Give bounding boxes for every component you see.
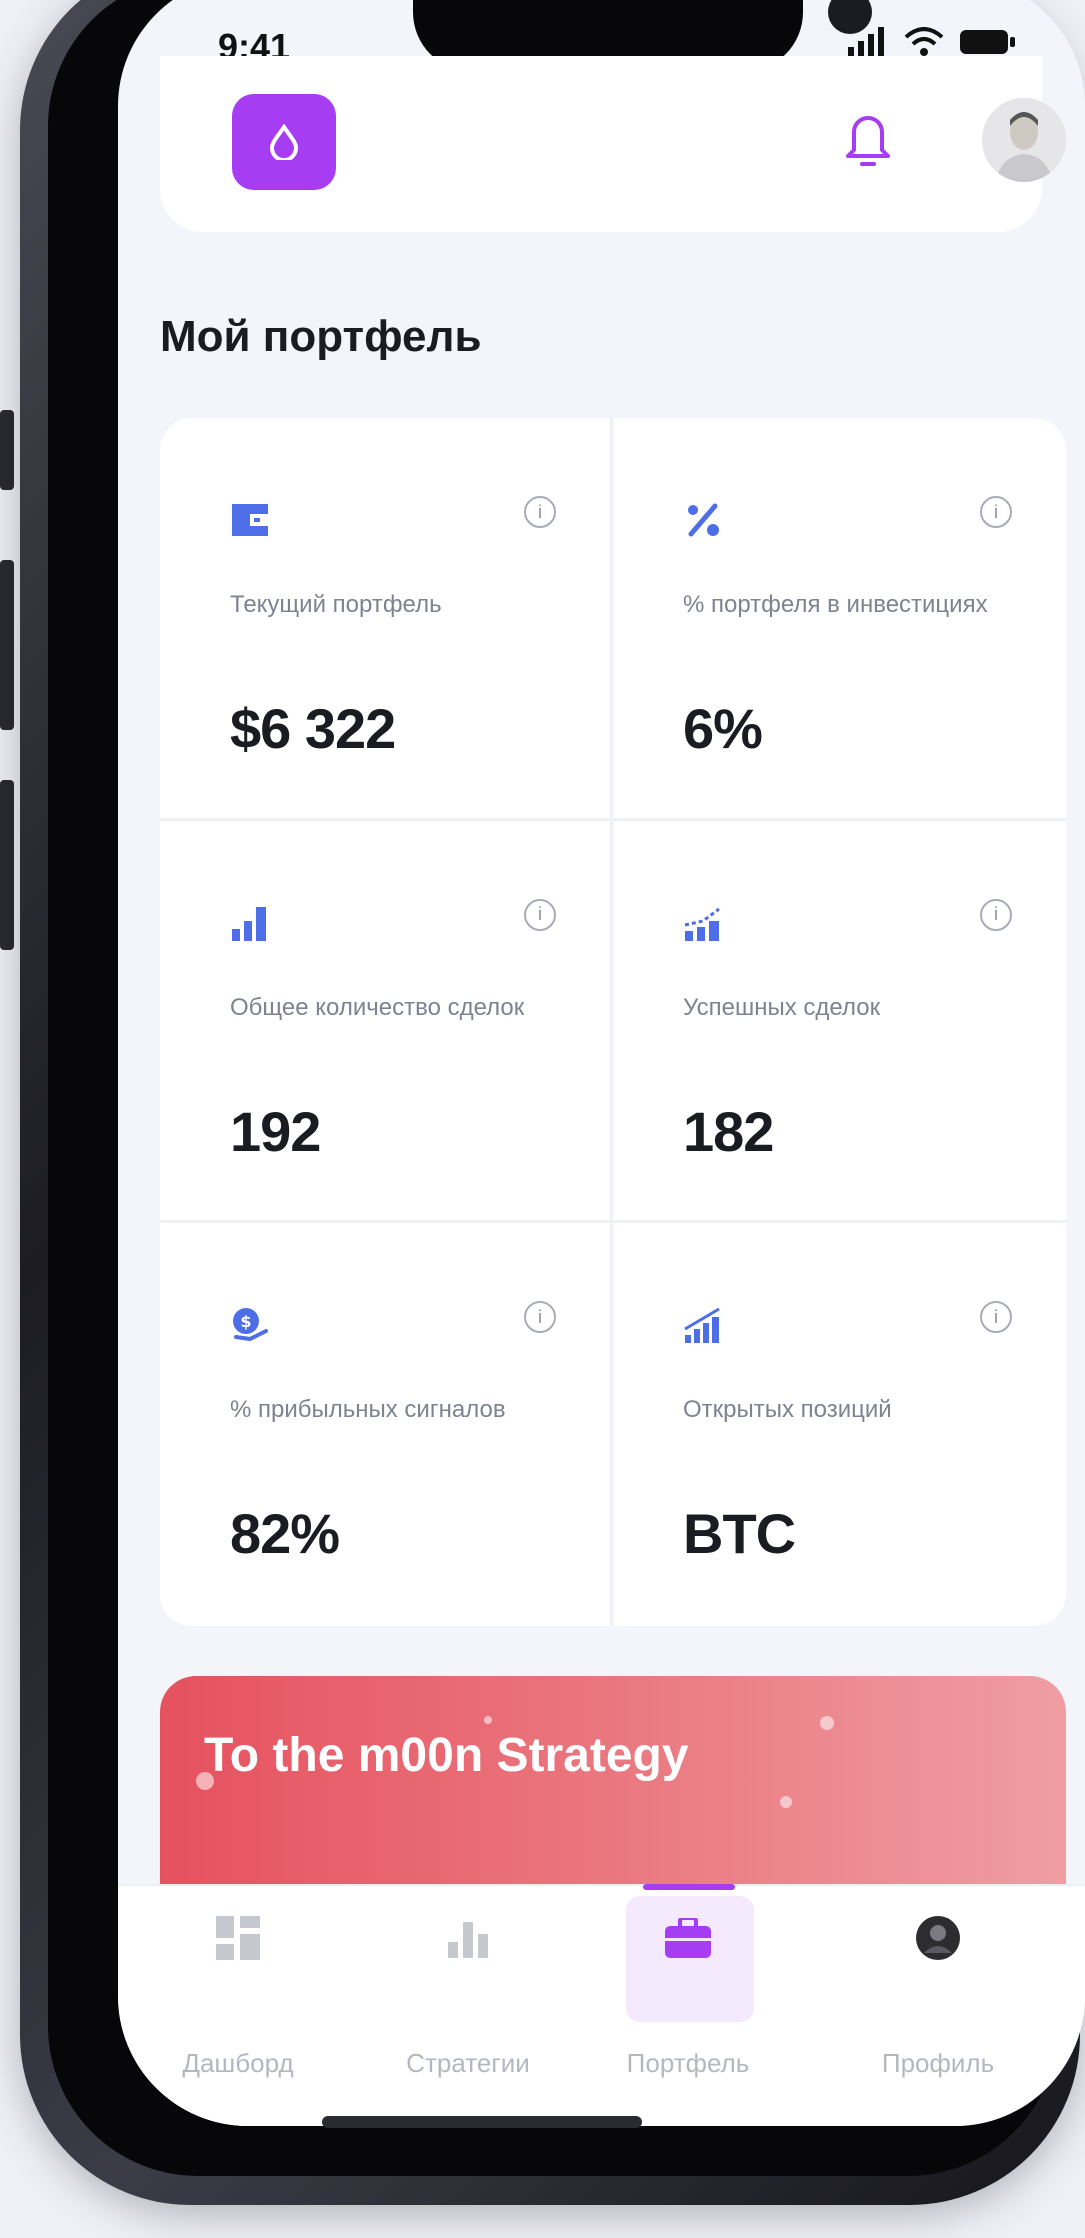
- stat-value: 6%: [683, 697, 763, 760]
- stat-label: % прибыльных сигналов: [230, 1396, 506, 1424]
- trend-bars-icon: [684, 907, 720, 941]
- stat-value: BTC: [683, 1502, 796, 1566]
- phone-bezel: 9:41 Мой портфель i Текущий портфель $6 …: [48, 0, 1085, 2176]
- sparkle-dot: [484, 1716, 492, 1724]
- stat-label: Успешных сделок: [683, 993, 881, 1021]
- app-header: [160, 56, 1066, 232]
- strategies-icon: [438, 1908, 498, 1968]
- stat-label: Открытых позиций: [683, 1396, 892, 1424]
- stat-card-successful-trades[interactable]: i Успешных сделок 182: [613, 821, 1066, 1224]
- portfolio-stats-grid: i Текущий портфель $6 322 i % портфеля в…: [160, 418, 1066, 1626]
- volume-up-button: [0, 560, 14, 730]
- volume-down-button: [0, 780, 14, 950]
- info-icon[interactable]: i: [524, 898, 556, 931]
- tab-dashboard[interactable]: Дашборд: [138, 1896, 338, 2096]
- info-icon[interactable]: i: [980, 898, 1012, 931]
- tab-portfolio[interactable]: Портфель: [588, 1884, 788, 2096]
- bar-chart-icon: [232, 906, 266, 941]
- info-icon[interactable]: i: [980, 496, 1012, 528]
- stat-card-current-portfolio[interactable]: i Текущий портфель $6 322: [160, 418, 613, 821]
- bell-icon[interactable]: [840, 106, 896, 176]
- battery-icon: [960, 30, 1015, 54]
- promo-title: To the m00n Strategy: [204, 1729, 689, 1782]
- tab-label: Профиль: [881, 2048, 995, 2078]
- stat-label: Общее количество сделок: [230, 993, 525, 1021]
- dashboard-icon: [208, 1908, 268, 1968]
- sparkle-dot: [820, 1716, 834, 1730]
- profit-signal-icon: $: [233, 1308, 268, 1342]
- svg-text:$: $: [240, 1312, 251, 1331]
- wallet-icon: [232, 504, 268, 536]
- stat-card-profitable-signals[interactable]: $ i % прибыльных сигналов 82%: [160, 1223, 613, 1626]
- profile-icon: [908, 1908, 968, 1968]
- page-title: Мой портфель: [160, 312, 482, 361]
- cellular-signal-icon: [848, 27, 884, 57]
- stat-card-total-trades[interactable]: i Общее количество сделок 192: [160, 820, 613, 1224]
- stat-label: Текущий портфель: [230, 591, 442, 618]
- home-indicator[interactable]: [322, 2116, 642, 2128]
- stat-card-open-positions[interactable]: i Открытых позиций BTC: [613, 1223, 1066, 1626]
- stat-value: 82%: [230, 1502, 340, 1566]
- tab-profile[interactable]: Профиль: [838, 1896, 1038, 2096]
- stat-value: $6 322: [230, 697, 396, 760]
- percent-icon: [688, 503, 719, 537]
- info-icon[interactable]: i: [524, 496, 556, 528]
- app-screen: 9:41 Мой портфель i Текущий портфель $6 …: [118, 0, 1085, 2126]
- tab-label: Портфель: [626, 2048, 750, 2078]
- stat-label: % портфеля в инвестициях: [683, 591, 988, 618]
- info-icon[interactable]: i: [524, 1301, 556, 1334]
- stat-value: 192: [230, 1099, 321, 1163]
- bottom-tab-bar: Дашборд Стратегии Портфель Профиль: [118, 1884, 1085, 2126]
- info-icon[interactable]: i: [980, 1301, 1012, 1334]
- stat-card-invested-share[interactable]: i % портфеля в инвестициях 6%: [613, 418, 1066, 821]
- tab-label: Стратегии: [406, 2048, 530, 2078]
- tab-strategies[interactable]: Стратегии: [368, 1896, 568, 2096]
- user-avatar[interactable]: [982, 98, 1066, 182]
- drop-icon[interactable]: [232, 94, 336, 190]
- sparkle-dot: [780, 1796, 792, 1808]
- wifi-icon: [904, 27, 944, 56]
- briefcase-icon: [658, 1908, 718, 1968]
- tab-label: Дашборд: [182, 2048, 294, 2078]
- status-icons: [848, 24, 1016, 60]
- growth-bars-icon: [684, 1308, 720, 1344]
- silent-switch: [0, 410, 14, 490]
- active-tab-indicator: [643, 1884, 735, 1890]
- stat-value: 182: [683, 1099, 774, 1163]
